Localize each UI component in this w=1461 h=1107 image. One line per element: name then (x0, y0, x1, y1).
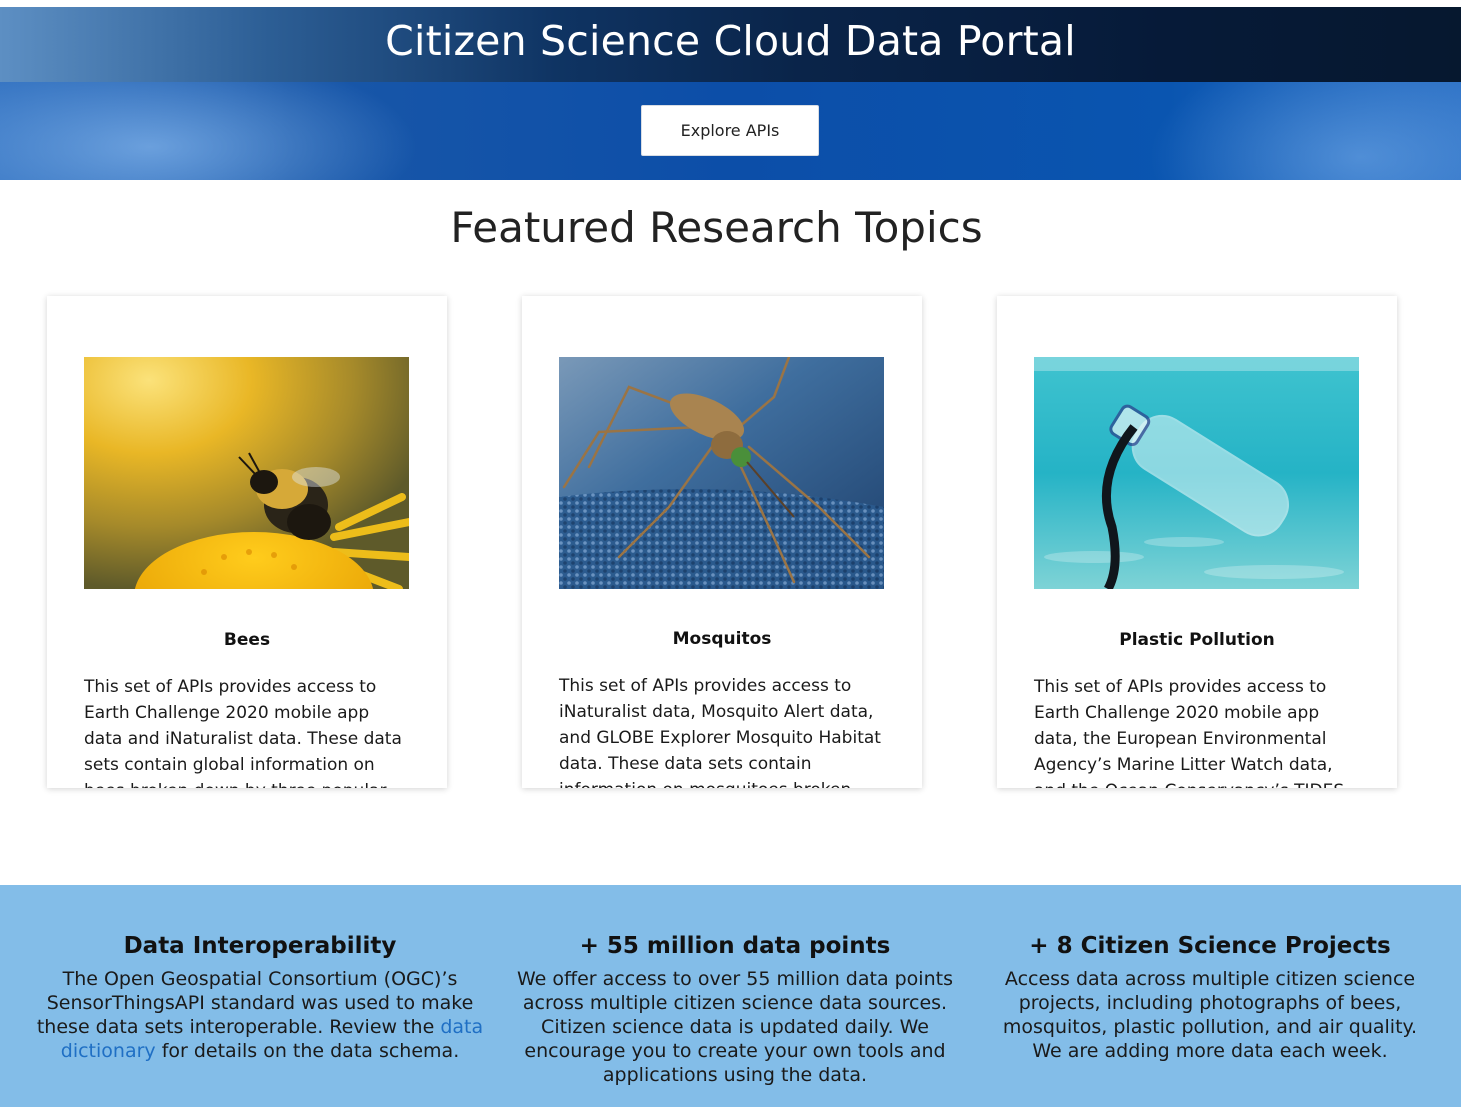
card-description: This set of APIs provides access to iNat… (559, 676, 881, 788)
stats-section: Data Interoperability The Open Geospatia… (0, 885, 1461, 1107)
featured-topics-heading: Featured Research Topics (450, 203, 983, 252)
card-title: Mosquitos (672, 629, 772, 649)
stat-text: Access data across multiple citizen scie… (1002, 968, 1418, 1062)
card-description: This set of APIs provides access to Eart… (84, 677, 402, 788)
stat-text: We offer access to over 55 million data … (517, 968, 953, 1086)
mosquito-photo[interactable] (559, 357, 884, 589)
explore-apis-button[interactable]: Explore APIs (641, 105, 819, 156)
card-title: Bees (223, 630, 271, 650)
stat-title: + 55 million data points (579, 933, 891, 959)
card-title: Plastic Pollution (1119, 630, 1275, 650)
topic-card-bees[interactable]: Bees This set of APIs provides access to… (47, 296, 447, 788)
site-title: Citizen Science Cloud Data Portal (385, 17, 1076, 65)
plastic-image (1034, 357, 1359, 589)
topic-card-plastic-pollution[interactable]: Plastic Pollution This set of APIs provi… (997, 296, 1397, 788)
stat-data-interoperability: Data Interoperability The Open Geospatia… (30, 933, 490, 1063)
stat-text-before: The Open Geospatial Consortium (OGC)’s S… (36, 968, 474, 1038)
card-description: This set of APIs provides access to Eart… (1034, 677, 1344, 788)
stat-text-after: for details on the data schema. (155, 1040, 460, 1062)
hero-banner: Citizen Science Cloud Data Portal Explor… (0, 7, 1461, 180)
bee-image (84, 357, 409, 589)
stat-data-points: + 55 million data points We offer access… (510, 933, 960, 1087)
bee-on-flower-photo[interactable] (84, 357, 409, 589)
stat-text: The Open Geospatial Consortium (OGC)’s S… (30, 967, 490, 1063)
stat-title: Data Interoperability (123, 933, 397, 959)
stat-title: + 8 Citizen Science Projects (1029, 933, 1391, 959)
topic-card-mosquitos[interactable]: Mosquitos This set of APIs provides acce… (522, 296, 922, 788)
stat-citizen-projects: + 8 Citizen Science Projects Access data… (995, 933, 1425, 1063)
mosquito-image (559, 357, 884, 589)
plastic-bottle-underwater-photo[interactable] (1034, 357, 1359, 589)
